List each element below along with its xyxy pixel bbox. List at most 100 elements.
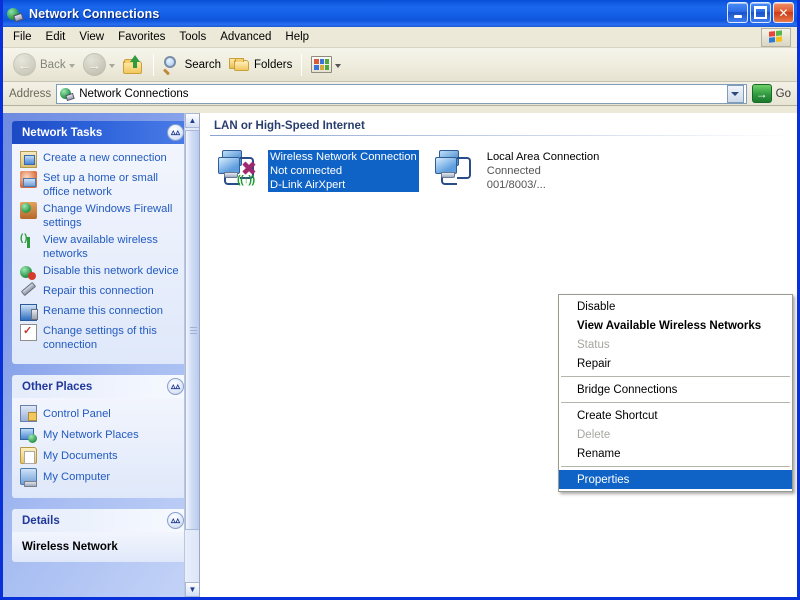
- rename-icon: [20, 304, 37, 321]
- address-input[interactable]: Network Connections: [56, 84, 746, 104]
- context-menu-item-properties[interactable]: Properties: [559, 470, 792, 489]
- search-button[interactable]: Search: [159, 54, 225, 76]
- address-label: Address: [9, 88, 51, 100]
- place-control-panel[interactable]: Control Panel: [20, 405, 183, 422]
- address-dropdown-button[interactable]: [727, 85, 744, 103]
- views-button[interactable]: [307, 54, 345, 75]
- repair-wrench-icon: [20, 284, 37, 301]
- connection-device: D-Link AirXpert: [268, 178, 419, 192]
- task-rename-connection[interactable]: Rename this connection: [20, 304, 183, 321]
- chevron-down-icon[interactable]: [69, 64, 75, 68]
- connection-text: Local Area Connection Connected 001/8003…: [485, 148, 602, 192]
- menu-item-file[interactable]: File: [6, 29, 39, 45]
- toolbar-separator: [301, 54, 302, 76]
- network-globe-icon: [60, 87, 75, 101]
- connections-list-pane: LAN or High-Speed Internet ✖ ((↑)) Wirel…: [199, 113, 797, 597]
- panel-header-details[interactable]: Details ▵▵: [12, 509, 189, 532]
- minimize-button[interactable]: [727, 2, 748, 23]
- address-value: Network Connections: [79, 88, 188, 100]
- scrollbar-thumb[interactable]: [185, 130, 199, 530]
- task-create-new-connection[interactable]: Create a new connection: [20, 151, 183, 168]
- toolbar: ← Back → Search Folders: [3, 48, 797, 82]
- chevron-down-icon[interactable]: [109, 64, 115, 68]
- menu-item-tools[interactable]: Tools: [172, 29, 213, 45]
- content-area: Network Tasks ▵▵ Create a new connection…: [3, 113, 797, 597]
- context-menu-item-disable[interactable]: Disable: [559, 297, 792, 316]
- task-label: Create a new connection: [43, 151, 167, 165]
- task-change-settings[interactable]: Change settings of this connection: [20, 324, 183, 352]
- connection-wireless-network[interactable]: ✖ ((↑)) Wireless Network Connection Not …: [218, 148, 419, 192]
- folders-label: Folders: [254, 59, 292, 71]
- task-view-wireless-networks[interactable]: View available wireless networks: [20, 233, 183, 261]
- folders-icon: [229, 56, 250, 73]
- forward-arrow-icon: →: [83, 53, 106, 76]
- my-documents-icon: [20, 447, 37, 464]
- task-label: Change settings of this connection: [43, 324, 183, 352]
- network-connections-window: Network Connections File Edit View Favor…: [0, 0, 800, 600]
- task-label: Repair this connection: [43, 284, 154, 298]
- connection-status: Connected: [485, 164, 602, 178]
- menu-item-help[interactable]: Help: [278, 29, 316, 45]
- task-repair-connection[interactable]: Repair this connection: [20, 284, 183, 301]
- context-menu-item-bridge-connections[interactable]: Bridge Connections: [559, 380, 792, 399]
- place-my-computer[interactable]: My Computer: [20, 468, 183, 485]
- context-menu-item-create-shortcut[interactable]: Create Shortcut: [559, 406, 792, 425]
- menu-item-advanced[interactable]: Advanced: [213, 29, 278, 45]
- context-menu-item-view-available-wireless-networks[interactable]: View Available Wireless Networks: [559, 316, 792, 335]
- chevron-up-icon[interactable]: ▵▵: [167, 512, 184, 529]
- scroll-up-icon[interactable]: ▲: [185, 113, 199, 128]
- scroll-down-icon[interactable]: ▼: [185, 582, 199, 597]
- menu-bar: File Edit View Favorites Tools Advanced …: [3, 27, 797, 48]
- context-menu-separator: [561, 466, 790, 467]
- menu-item-edit[interactable]: Edit: [39, 29, 73, 45]
- go-button[interactable]: → Go: [752, 84, 791, 103]
- forward-button[interactable]: →: [79, 51, 119, 78]
- my-computer-icon: [20, 468, 37, 485]
- toolbar-separator: [153, 54, 154, 76]
- task-disable-network-device[interactable]: Disable this network device: [20, 264, 183, 281]
- task-setup-home-network[interactable]: Set up a home or small office network: [20, 171, 183, 199]
- back-label: Back: [40, 59, 66, 71]
- windows-flag-icon: [761, 28, 791, 47]
- chevron-up-icon[interactable]: ▵▵: [167, 124, 184, 141]
- sidebar-scrollbar[interactable]: ▲ ▼: [184, 113, 199, 597]
- task-label: Disable this network device: [43, 264, 179, 278]
- menu-item-favorites[interactable]: Favorites: [111, 29, 172, 45]
- settings-icon: [20, 324, 37, 341]
- panel-header-other-places[interactable]: Other Places ▵▵: [12, 375, 189, 398]
- maximize-button[interactable]: [750, 2, 771, 23]
- close-button[interactable]: [773, 2, 794, 23]
- connection-text: Wireless Network Connection Not connecte…: [268, 148, 419, 192]
- place-my-documents[interactable]: My Documents: [20, 447, 183, 464]
- connection-local-area[interactable]: Local Area Connection Connected 001/8003…: [435, 148, 602, 192]
- address-bar: Address Network Connections → Go: [3, 82, 797, 106]
- firewall-icon: [20, 202, 37, 219]
- folders-button[interactable]: Folders: [225, 54, 296, 75]
- details-connection-title: Wireless Network: [22, 541, 183, 553]
- panel-network-tasks: Network Tasks ▵▵ Create a new connection…: [12, 121, 189, 364]
- context-menu-item-rename[interactable]: Rename: [559, 444, 792, 463]
- place-my-network-places[interactable]: My Network Places: [20, 426, 183, 443]
- group-header-lan: LAN or High-Speed Internet: [200, 113, 797, 135]
- chevron-up-icon[interactable]: ▵▵: [167, 378, 184, 395]
- title-bar[interactable]: Network Connections: [3, 0, 797, 27]
- panel-body-details: Wireless Network: [12, 532, 189, 562]
- up-button[interactable]: [119, 54, 148, 76]
- wireless-network-disconnected-icon: ✖ ((↑)): [218, 148, 262, 188]
- menu-item-view[interactable]: View: [72, 29, 111, 45]
- search-magnifier-icon: [163, 56, 181, 74]
- panel-header-network-tasks[interactable]: Network Tasks ▵▵: [12, 121, 189, 144]
- context-menu-item-repair[interactable]: Repair: [559, 354, 792, 373]
- new-connection-icon: [20, 151, 37, 168]
- task-change-firewall-settings[interactable]: Change Windows Firewall settings: [20, 202, 183, 230]
- scrollbar-grip: [190, 327, 197, 334]
- window-controls: [727, 2, 794, 23]
- back-button[interactable]: ← Back: [9, 51, 79, 78]
- network-globe-icon: [7, 5, 24, 22]
- window-title: Network Connections: [29, 7, 159, 21]
- chevron-down-icon[interactable]: [335, 64, 341, 68]
- connection-name: Local Area Connection: [485, 150, 602, 164]
- place-label: My Network Places: [43, 429, 139, 441]
- connection-name: Wireless Network Connection: [268, 150, 419, 164]
- task-sidebar: Network Tasks ▵▵ Create a new connection…: [3, 113, 199, 597]
